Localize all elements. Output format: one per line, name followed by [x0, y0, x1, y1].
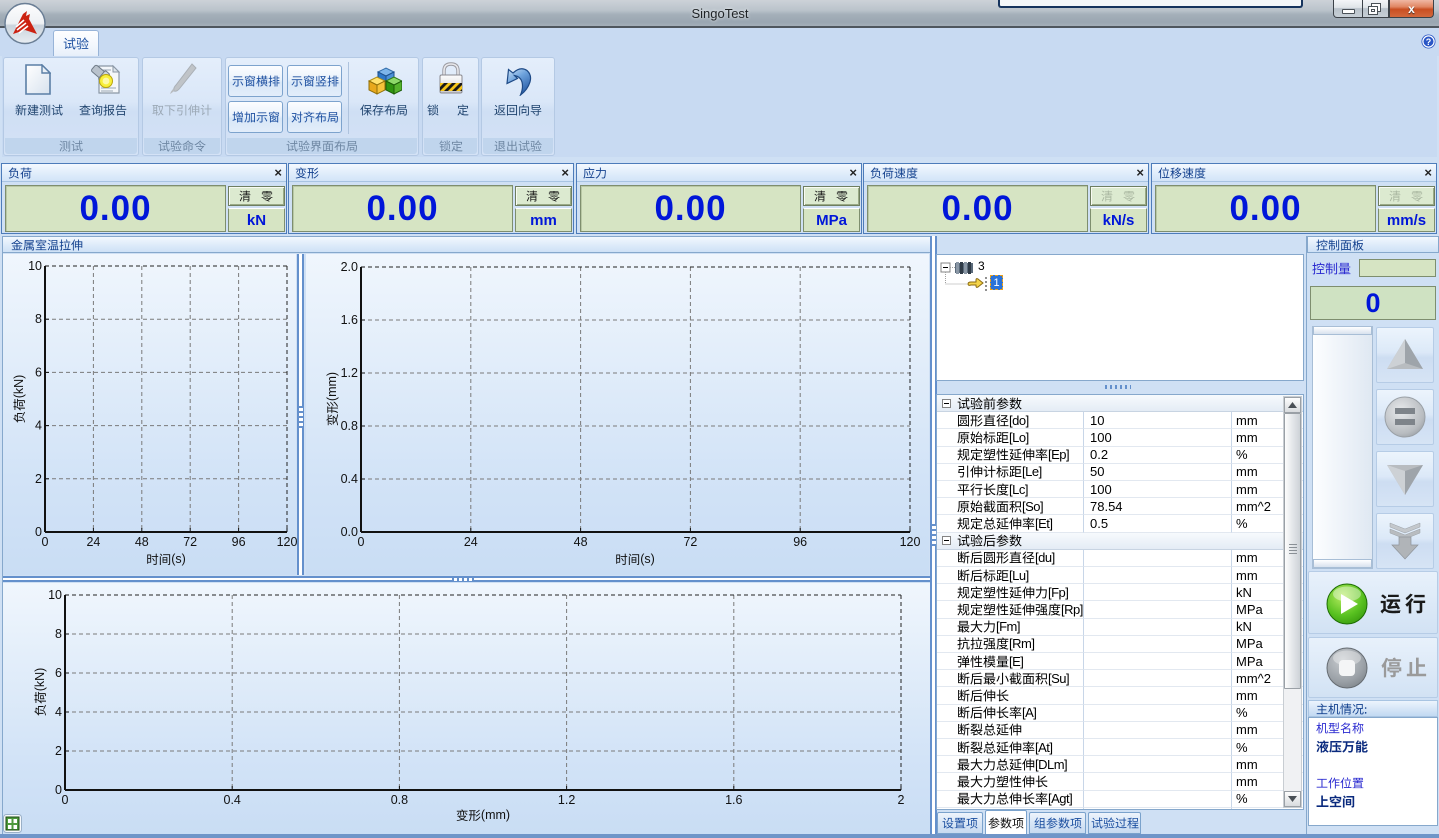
svg-text:1.6: 1.6 — [725, 793, 742, 807]
svg-text:4: 4 — [55, 705, 62, 719]
svg-text:48: 48 — [574, 535, 588, 549]
svg-text:72: 72 — [683, 535, 697, 549]
svg-text:96: 96 — [232, 535, 246, 549]
svg-text:10: 10 — [28, 259, 42, 273]
svg-text:120: 120 — [900, 535, 921, 549]
svg-text:0.4: 0.4 — [224, 793, 241, 807]
svg-text:2: 2 — [55, 744, 62, 758]
svg-text:8: 8 — [35, 312, 42, 326]
svg-text:0.8: 0.8 — [341, 419, 358, 433]
svg-text:0: 0 — [55, 783, 62, 797]
svg-text:6: 6 — [55, 666, 62, 680]
svg-text:48: 48 — [135, 535, 149, 549]
svg-text:2: 2 — [898, 793, 905, 807]
svg-text:0: 0 — [62, 793, 69, 807]
svg-text:0.0: 0.0 — [341, 525, 358, 539]
svg-text:0: 0 — [42, 535, 49, 549]
svg-text:1.2: 1.2 — [558, 793, 575, 807]
svg-text:1.2: 1.2 — [341, 366, 358, 380]
svg-text:120: 120 — [277, 535, 298, 549]
svg-text:1.6: 1.6 — [341, 313, 358, 327]
svg-text:0: 0 — [35, 525, 42, 539]
svg-text:24: 24 — [86, 535, 100, 549]
svg-text:0.8: 0.8 — [391, 793, 408, 807]
svg-text:0.4: 0.4 — [341, 472, 358, 486]
svg-text:2: 2 — [35, 472, 42, 486]
svg-text:8: 8 — [55, 627, 62, 641]
svg-text:10: 10 — [48, 588, 62, 602]
svg-text:0: 0 — [358, 535, 365, 549]
svg-text:2.0: 2.0 — [341, 260, 358, 274]
svg-text:96: 96 — [793, 535, 807, 549]
svg-text:?: ? — [1426, 37, 1432, 47]
svg-text:72: 72 — [183, 535, 197, 549]
svg-text:6: 6 — [35, 365, 42, 379]
svg-text:4: 4 — [35, 419, 42, 433]
svg-text:24: 24 — [464, 535, 478, 549]
